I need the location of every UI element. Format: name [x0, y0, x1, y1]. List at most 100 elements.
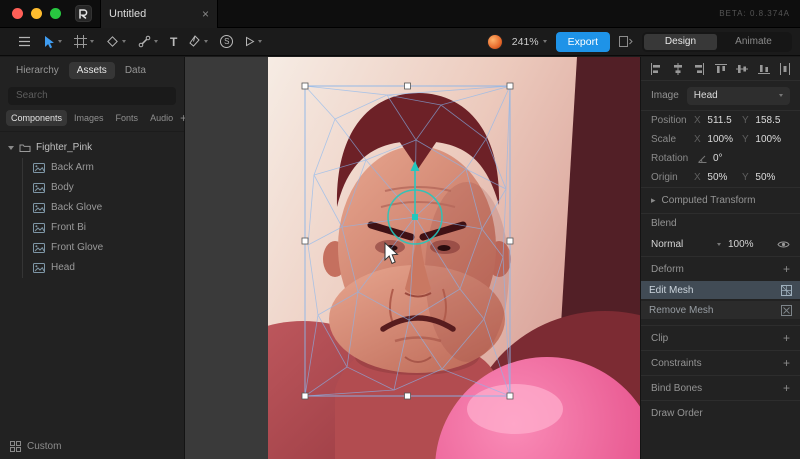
collapse-panel-icon[interactable]: [619, 36, 633, 47]
pen-tool[interactable]: [185, 32, 212, 51]
position-x-field[interactable]: 511.5: [707, 115, 742, 126]
titlebar: Untitled × BETA: 0.8.374A: [0, 0, 800, 28]
select-tool[interactable]: [39, 32, 66, 52]
align-center-horizontal-icon[interactable]: [672, 62, 684, 75]
eye-icon[interactable]: [777, 240, 790, 249]
opacity-field[interactable]: 100%: [728, 239, 770, 250]
rotation-field[interactable]: 0°: [713, 153, 723, 164]
chevron-down-icon[interactable]: [258, 40, 263, 43]
rive-logo-icon: [79, 9, 88, 19]
close-window-button[interactable]: [12, 8, 23, 19]
computed-transform-row[interactable]: ▸ Computed Transform: [641, 188, 800, 213]
align-left-icon[interactable]: [650, 62, 662, 75]
shapes-tool[interactable]: [102, 32, 130, 51]
add-constraint-icon[interactable]: +: [783, 357, 790, 369]
chevron-down-icon[interactable]: [58, 40, 62, 43]
stage[interactable]: [185, 57, 640, 459]
add-clip-icon[interactable]: +: [783, 332, 790, 344]
artboard-tool[interactable]: [70, 32, 98, 51]
tab-assets[interactable]: Assets: [68, 62, 115, 79]
tree-item-body[interactable]: Body: [23, 178, 184, 198]
tab-audio[interactable]: Audio: [145, 110, 178, 126]
canvas-viewport[interactable]: [185, 57, 640, 459]
tab-hierarchy[interactable]: Hierarchy: [8, 62, 67, 79]
beta-label: BETA: 0.8.374A: [719, 9, 790, 18]
search-input[interactable]: [8, 86, 176, 105]
tab-data[interactable]: Data: [117, 62, 154, 79]
tree-item-front-bi[interactable]: Front Bi: [23, 218, 184, 238]
distribute-horizontal-icon[interactable]: [779, 62, 791, 75]
tree-item-front-glove[interactable]: Front Glove: [23, 238, 184, 258]
trigger-tool[interactable]: [241, 33, 266, 50]
image-asset-icon: [33, 222, 45, 233]
y-axis-label: Y: [742, 172, 749, 183]
position-y-field[interactable]: 158.5: [755, 115, 790, 126]
constraints-label: Constraints: [651, 357, 702, 369]
document-tab[interactable]: Untitled ×: [100, 0, 218, 28]
tree-item-head[interactable]: Head: [23, 258, 184, 278]
scale-x-field[interactable]: 100%: [707, 134, 742, 145]
chevron-down-icon[interactable]: [204, 40, 209, 43]
asset-tabs: Components Images Fonts Audio +: [0, 109, 205, 132]
add-deform-icon[interactable]: +: [783, 263, 790, 275]
scale-y-field[interactable]: 100%: [755, 134, 790, 145]
search-row: [0, 83, 184, 109]
tab-animate[interactable]: Animate: [717, 34, 790, 50]
zoom-control[interactable]: 241%: [512, 36, 547, 48]
bind-bones-label: Bind Bones: [651, 382, 703, 394]
caret-right-icon[interactable]: ▸: [651, 195, 656, 206]
tab-images[interactable]: Images: [69, 110, 109, 126]
align-right-icon[interactable]: [693, 62, 705, 75]
draw-order-header[interactable]: Draw Order: [641, 401, 800, 425]
bone-tool[interactable]: [134, 32, 162, 51]
custom-assets-footer[interactable]: Custom: [0, 433, 184, 459]
y-axis-label: Y: [742, 134, 749, 145]
avatar[interactable]: [486, 33, 503, 50]
x-axis-label: X: [694, 134, 701, 145]
align-bottom-icon[interactable]: [757, 63, 770, 75]
image-asset-icon: [33, 162, 45, 173]
edit-mesh-button[interactable]: Edit Mesh: [641, 281, 800, 299]
remove-mesh-button[interactable]: Remove Mesh: [641, 301, 800, 319]
close-tab-icon[interactable]: ×: [202, 8, 209, 20]
asset-tree: Fighter_Pink Back Arm Body Back Glove Fr…: [0, 132, 184, 278]
deform-header: Deform +: [641, 257, 800, 281]
chevron-down-icon[interactable]: [154, 40, 158, 43]
blend-mode-select[interactable]: Normal: [651, 236, 721, 253]
tree-root-fighter-pink[interactable]: Fighter_Pink: [0, 138, 184, 158]
minimize-window-button[interactable]: [31, 8, 42, 19]
align-top-icon[interactable]: [714, 63, 727, 75]
tree-item-back-arm[interactable]: Back Arm: [23, 158, 184, 178]
add-bone-binding-icon[interactable]: +: [783, 382, 790, 394]
deform-label: Deform: [651, 263, 684, 275]
draw-order-label: Draw Order: [651, 407, 703, 419]
shapes-icon: [107, 36, 118, 47]
blend-header: Blend: [641, 214, 800, 233]
text-tool[interactable]: T: [166, 33, 181, 51]
chevron-down-icon[interactable]: [122, 40, 126, 43]
rotation-row: Rotation 0°: [641, 149, 800, 168]
grid-icon: [10, 440, 21, 452]
chevron-down-icon[interactable]: [90, 40, 94, 43]
origin-x-field[interactable]: 50%: [707, 172, 742, 183]
main-menu-button[interactable]: [14, 33, 35, 50]
tab-design[interactable]: Design: [644, 33, 717, 50]
position-label: Position: [651, 115, 687, 126]
tab-fonts[interactable]: Fonts: [111, 110, 144, 126]
folder-icon: [19, 144, 31, 152]
tree-item-label: Head: [51, 262, 75, 273]
expand-chevron-icon[interactable]: [8, 145, 14, 150]
solo-tool[interactable]: S: [216, 32, 237, 51]
tree-item-label: Back Glove: [51, 202, 103, 213]
blend-controls: Normal 100%: [641, 233, 800, 256]
solo-tool-icon: S: [220, 35, 234, 48]
export-button[interactable]: Export: [555, 31, 610, 52]
tree-item-back-glove[interactable]: Back Glove: [23, 198, 184, 218]
image-select[interactable]: Head: [686, 86, 790, 105]
origin-y-field[interactable]: 50%: [755, 172, 790, 183]
align-middle-vertical-icon[interactable]: [736, 63, 748, 75]
mode-toggle: Design Animate: [642, 31, 792, 52]
tab-components[interactable]: Components: [6, 109, 68, 126]
text-tool-icon: T: [170, 34, 178, 49]
fullscreen-window-button[interactable]: [50, 8, 61, 19]
